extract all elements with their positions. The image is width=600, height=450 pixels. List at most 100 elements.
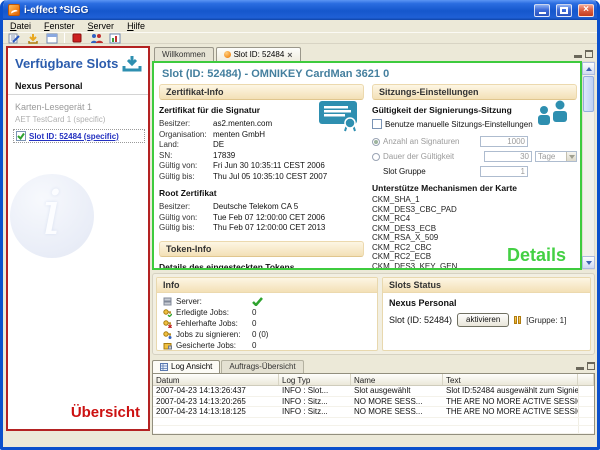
field-value: as2.menten.com xyxy=(213,119,272,130)
tab-auftrags-uebersicht[interactable]: Auftrags-Übersicht xyxy=(221,360,303,373)
sign-document-button[interactable] xyxy=(7,33,21,44)
menu-bar: Datei Fenster Server Hilfe xyxy=(3,20,597,32)
field-label: SN: xyxy=(159,151,213,162)
field-label: Besitzer: xyxy=(159,119,213,130)
menu-hilfe[interactable]: Hilfe xyxy=(127,21,145,31)
mechanism-item: CKM_RSA_X_509 xyxy=(372,233,577,243)
cell-datum: 2007-04-23 14:13:20:265 xyxy=(153,397,279,407)
duration-unit-value: Tage xyxy=(536,152,566,161)
group-icon xyxy=(514,316,521,324)
stop-button[interactable] xyxy=(70,33,84,44)
slot-detail-editor: Slot (ID: 52484) - OMNIKEY CardMan 3621 … xyxy=(152,61,582,270)
root-cert-title: Root Zertifikat xyxy=(159,188,364,198)
provider-name: Nexus Personal xyxy=(8,81,148,95)
slots-provider: Nexus Personal xyxy=(389,298,584,308)
report-button[interactable] xyxy=(108,33,122,44)
deploy-icon xyxy=(27,33,39,44)
info-row-value: 0 xyxy=(252,318,371,329)
toolbar-separator xyxy=(64,33,65,43)
scroll-up-icon[interactable] xyxy=(582,62,595,75)
log-tab-bar: Log Ansicht Auftrags-Übersicht xyxy=(152,358,595,373)
menu-datei[interactable]: Datei xyxy=(10,21,31,31)
window-title: i-effect *SIGG xyxy=(24,5,528,16)
token-subtitle: Details des eingesteckten Tokens xyxy=(159,262,364,271)
duration-radio-label: Dauer der Gültigkeit xyxy=(383,152,481,161)
cell-name: Slot ausgewählt xyxy=(351,386,443,396)
slot-list-item[interactable]: Slot ID: 52484 (specific) xyxy=(13,129,145,143)
log-row[interactable]: 2007-04-23 14:13:18:125 INFO : Sitz... N… xyxy=(153,407,594,418)
log-maximize-icon[interactable] xyxy=(587,362,595,370)
cell-datum: 2007-04-23 14:13:18:125 xyxy=(153,407,279,417)
minimize-button[interactable] xyxy=(534,4,550,17)
slot-id-label: Slot (ID: 52484) xyxy=(389,315,452,325)
download-slots-icon[interactable] xyxy=(122,55,142,72)
slot-heading: Slot (ID: 52484) - OMNIKEY CardMan 3621 … xyxy=(154,63,580,84)
server-icon xyxy=(163,297,172,306)
field-value: menten GmbH xyxy=(213,130,265,141)
mechanism-item: CKM_SHA_1 xyxy=(372,195,577,205)
log-view: Log Ansicht Auftrags-Übersicht Datum Log… xyxy=(152,358,595,435)
deploy-button[interactable] xyxy=(26,33,40,44)
field-value: Fri Jun 30 10:35:11 CEST 2006 xyxy=(213,161,325,172)
cell-log-typ: INFO : Sitz... xyxy=(279,407,351,417)
app-window: i-effect *SIGG × Datei Fenster Server Hi… xyxy=(0,0,600,450)
check-icon xyxy=(17,132,25,140)
column-log-typ[interactable]: Log Typ xyxy=(279,374,351,385)
log-row[interactable]: 2007-04-23 14:13:20:265 INFO : Sitz... N… xyxy=(153,397,594,408)
status-band: Info Server: Erledigte Jobs: 0 xyxy=(152,273,595,355)
tab-log-ansicht[interactable]: Log Ansicht xyxy=(152,360,220,373)
log-row[interactable]: 2007-04-23 14:13:26:437 INFO : Slot... S… xyxy=(153,386,594,397)
editor-scrollbar[interactable] xyxy=(582,61,595,270)
close-button[interactable]: × xyxy=(578,4,594,17)
field-value: Thu Jul 05 10:35:10 CEST 2007 xyxy=(213,172,327,183)
maximize-button[interactable] xyxy=(556,4,572,17)
section-sitzungs-einstellungen: Sitzungs-Einstellungen xyxy=(372,84,577,100)
field-label: Gültig von: xyxy=(159,161,213,172)
tab-willkommen[interactable]: Willkommen xyxy=(154,47,214,61)
column-datum[interactable]: Datum xyxy=(153,374,279,385)
tab-log-ansicht-label: Log Ansicht xyxy=(171,362,212,371)
mechanism-item: CKM_RC4 xyxy=(372,214,577,224)
field-label: Besitzer: xyxy=(159,202,213,213)
info-panel-title: Info xyxy=(157,278,377,293)
slot-checkbox[interactable] xyxy=(16,131,26,141)
info-row-value: 0 (0) xyxy=(252,329,371,340)
menu-server[interactable]: Server xyxy=(88,21,115,31)
slot-link[interactable]: Slot ID: 52484 (specific) xyxy=(29,132,119,141)
users-button[interactable] xyxy=(89,33,103,44)
cell-log-typ: INFO : Sitz... xyxy=(279,397,351,407)
folder-lock-icon xyxy=(163,341,172,350)
section-zertifikat-info: Zertifikat-Info xyxy=(159,84,364,100)
log-minimize-icon[interactable] xyxy=(576,367,584,370)
slots-status-panel: Slots Status Nexus Personal Slot (ID: 52… xyxy=(382,277,591,351)
signatures-radio-label: Anzahl an Signaturen xyxy=(383,137,477,146)
menu-fenster[interactable]: Fenster xyxy=(44,21,75,31)
editor-minimize-icon[interactable] xyxy=(574,55,582,58)
i-effect-watermark: i xyxy=(10,174,94,258)
workbench: Verfügbare Slots Nexus Personal Karten-L… xyxy=(3,44,597,447)
editor-tab-bar: Willkommen Slot ID: 52484 × xyxy=(152,44,595,61)
cell-text: THE ARE NO MORE ACTIVE SESSIONS FOR SIGN… xyxy=(443,407,578,417)
mechanisms-title: Unterstütze Mechanismen der Karte xyxy=(372,183,577,193)
aktivieren-button[interactable]: aktivieren xyxy=(457,313,509,327)
column-text[interactable]: Text xyxy=(443,374,578,385)
sign-document-icon xyxy=(8,33,20,44)
toolbar xyxy=(3,32,597,44)
scrollbar-thumb[interactable] xyxy=(583,76,594,112)
log-table-icon xyxy=(160,363,168,371)
new-window-button[interactable] xyxy=(45,33,59,44)
cell-text: THE ARE NO MORE ACTIVE SESSIONS FOR SIGN… xyxy=(443,397,578,407)
tab-slot[interactable]: Slot ID: 52484 × xyxy=(216,47,301,61)
green-check-icon xyxy=(252,297,263,306)
title-bar: i-effect *SIGG × xyxy=(3,0,597,20)
tab-close-icon[interactable]: × xyxy=(287,51,292,59)
editor-maximize-icon[interactable] xyxy=(585,50,593,58)
stop-icon xyxy=(72,33,82,43)
tab-slot-label: Slot ID: 52484 xyxy=(234,50,285,59)
slot-group-label: Slot Gruppe xyxy=(383,167,477,176)
scroll-down-icon[interactable] xyxy=(582,256,595,269)
card-reader-item: Karten-Lesegerät 1 xyxy=(8,95,148,112)
manual-settings-checkbox[interactable] xyxy=(372,119,382,129)
column-name[interactable]: Name xyxy=(351,374,443,385)
card-item: AET TestCard 1 (specific) xyxy=(8,112,148,124)
